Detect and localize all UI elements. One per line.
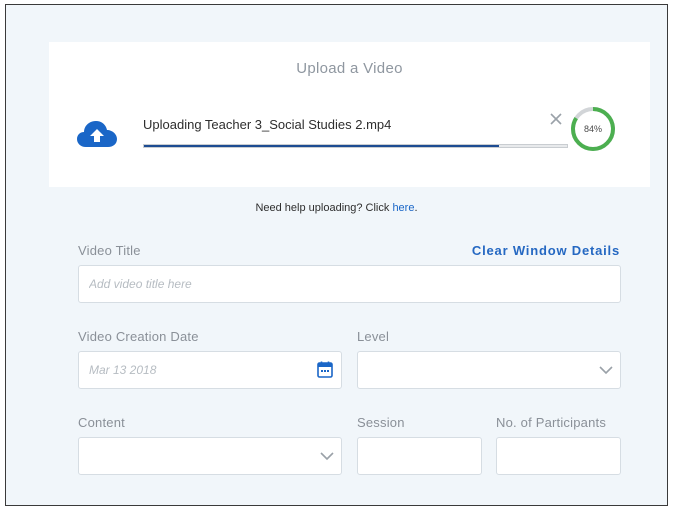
clear-window-details-link[interactable]: Clear Window Details [472,243,620,258]
session-input[interactable] [358,438,481,474]
upload-video-window: Upload a Video Uploading Teacher 3_Socia… [5,4,668,506]
chevron-down-icon [320,452,334,461]
creation-date-input[interactable] [79,352,341,388]
level-select[interactable] [357,351,621,389]
session-label: Session [357,415,405,430]
upload-file-label: Uploading Teacher 3_Social Studies 2.mp4 [143,117,392,132]
help-link[interactable]: here [392,202,414,214]
upload-progress-fill [144,145,500,147]
upload-heading: Upload a Video [296,60,403,77]
creation-date-field[interactable] [78,351,342,389]
session-field[interactable] [357,437,482,475]
content-label: Content [78,415,125,430]
video-title-label: Video Title [78,243,141,258]
progress-percent-label: 84% [583,124,602,134]
video-title-input[interactable] [79,266,620,302]
participants-field[interactable] [496,437,621,475]
participants-label: No. of Participants [496,415,607,430]
video-title-field[interactable] [78,265,621,303]
close-icon[interactable] [549,112,563,126]
chevron-down-icon [599,366,613,375]
calendar-icon[interactable] [317,361,333,378]
help-text: Need help uploading? Click [255,202,393,214]
participants-input[interactable] [497,438,620,474]
help-suffix: . [414,202,418,214]
help-line: Need help uploading? Click here. [6,202,667,214]
level-label: Level [357,329,390,344]
content-select[interactable] [78,437,342,475]
creation-date-label: Video Creation Date [78,329,199,344]
cloud-upload-icon [77,121,117,147]
upload-card: Upload a Video Uploading Teacher 3_Socia… [49,42,650,187]
upload-progress-bar [143,144,568,148]
